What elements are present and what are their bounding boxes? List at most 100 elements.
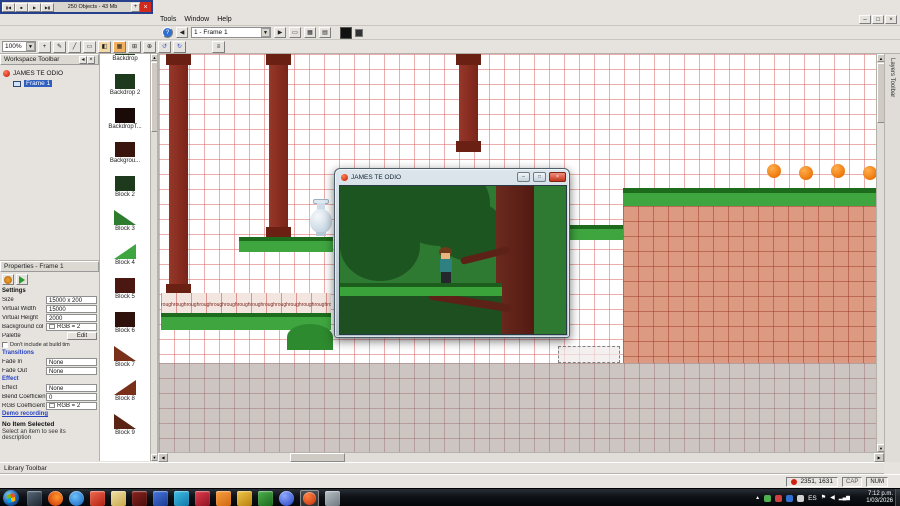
grid-toggle-icon[interactable]: ▦ xyxy=(113,40,126,53)
line-tool-icon[interactable]: ╱ xyxy=(68,40,81,53)
taskbar-clock[interactable]: 7:12 p.m. 1/03/2026 xyxy=(853,491,893,505)
play-button[interactable]: ▶ xyxy=(28,2,41,12)
zoom-tool-icon[interactable]: ⊕ xyxy=(143,40,156,53)
pillar-right[interactable] xyxy=(459,54,478,152)
pencil-tool-icon[interactable]: ✎ xyxy=(53,40,66,53)
pillar-right-top-cap[interactable] xyxy=(456,54,481,65)
mdi-close-button[interactable]: × xyxy=(885,15,897,24)
volume-icon[interactable]: ◀ xyxy=(830,495,835,501)
mdi-restore-button[interactable]: □ xyxy=(872,15,884,24)
blue-orb-app-icon[interactable] xyxy=(279,490,294,506)
background-color-field[interactable]: RGB = 2 xyxy=(46,322,97,331)
menu-window[interactable]: Window xyxy=(180,15,213,24)
pillar-left[interactable] xyxy=(169,54,188,295)
fill-tool-icon[interactable]: ◧ xyxy=(98,40,111,53)
pillar-right-bottom-cap[interactable] xyxy=(456,141,481,152)
add-button[interactable]: + xyxy=(131,2,140,12)
right-terrain-grass[interactable] xyxy=(623,188,876,206)
green-app-icon[interactable] xyxy=(258,490,273,506)
demo-recording-link[interactable]: Demo recording xyxy=(0,410,99,418)
background-color-swatch[interactable] xyxy=(355,28,363,37)
library-item[interactable]: Block 9 xyxy=(100,412,150,446)
foreground-color-swatch[interactable] xyxy=(340,26,352,39)
library-item[interactable]: Block 5 xyxy=(100,276,150,310)
panel-close-icon[interactable]: × xyxy=(87,55,95,64)
game-preview-window[interactable]: JAMES TE ODIO – □ × xyxy=(334,168,570,338)
hscrollbar-thumb[interactable] xyxy=(290,453,345,462)
minimize-icon[interactable]: – xyxy=(517,172,530,182)
tray-gray-icon[interactable] xyxy=(797,494,805,502)
scroll-left-icon[interactable]: ◀ xyxy=(158,453,168,462)
file-explorer-icon[interactable] xyxy=(111,490,126,506)
tray-expand-icon[interactable]: ▲ xyxy=(755,495,760,501)
tray-green-icon[interactable] xyxy=(764,494,772,502)
help-icon[interactable]: ? xyxy=(162,27,173,38)
grass-mound[interactable] xyxy=(287,324,333,350)
grass-platform-upper[interactable] xyxy=(239,237,333,252)
pillar-mid-top-cap[interactable] xyxy=(266,54,291,65)
grid-view-toggle-icon[interactable]: ▦ xyxy=(304,27,316,38)
stop-button[interactable]: ■ xyxy=(15,2,28,12)
virtual-width-field[interactable]: 15000 xyxy=(46,304,97,313)
redo-icon[interactable]: ↻ xyxy=(173,40,186,53)
action-center-flag-icon[interactable]: ⚑ xyxy=(821,495,826,501)
next-frame-button[interactable]: ▶ xyxy=(274,27,286,38)
chevron-down-icon[interactable]: ▼ xyxy=(261,28,270,37)
snap-toggle-icon[interactable]: ⊞ xyxy=(128,40,141,53)
library-item[interactable]: Block 6 xyxy=(100,310,150,344)
scroll-right-icon[interactable]: ▶ xyxy=(874,453,884,462)
zoom-select[interactable]: 100% ▼ xyxy=(2,41,36,52)
fade-in-field[interactable]: None xyxy=(46,357,97,366)
scrollbar-thumb[interactable] xyxy=(151,62,157,132)
pillar-mid[interactable] xyxy=(269,54,288,238)
rgb-coefficient-field[interactable]: RGB = 2 xyxy=(46,401,97,410)
vlc-icon[interactable] xyxy=(216,490,231,506)
undo-icon[interactable]: ↺ xyxy=(158,40,171,53)
effect-field[interactable]: None xyxy=(46,383,97,392)
fruit-sprite[interactable] xyxy=(863,166,876,180)
blend-coefficient-field[interactable]: 0 xyxy=(46,392,97,401)
library-item[interactable]: Block 2 xyxy=(100,174,150,208)
menu-help[interactable]: Help xyxy=(213,15,235,24)
tree-item-frame[interactable]: Frame 1 xyxy=(13,79,96,88)
palette-edit-button[interactable]: Edit xyxy=(67,331,97,340)
library-item[interactable]: Block 3 xyxy=(100,208,150,242)
tray-red-icon[interactable] xyxy=(775,494,783,502)
language-indicator[interactable]: ES xyxy=(808,495,817,502)
mdi-minimize-button[interactable]: – xyxy=(859,15,871,24)
game-editor-icon[interactable] xyxy=(303,491,316,505)
canvas-hscrollbar[interactable]: ◀ ▶ xyxy=(158,452,884,462)
scroll-up-icon[interactable]: ▲ xyxy=(151,54,157,61)
cursor-tool-icon[interactable]: + xyxy=(38,40,51,53)
close-icon[interactable]: × xyxy=(140,2,151,12)
library-item[interactable]: Block 8 xyxy=(100,378,150,412)
maroon-app-icon[interactable] xyxy=(132,490,147,506)
dont-include-checkbox[interactable] xyxy=(2,341,8,348)
library-item[interactable]: BackdropT... xyxy=(100,106,150,140)
list-view-toggle-icon[interactable]: ▤ xyxy=(319,27,331,38)
gear-icon[interactable] xyxy=(2,274,14,285)
messenger-icon[interactable] xyxy=(174,490,189,506)
chevron-down-icon[interactable]: ▼ xyxy=(26,42,35,51)
library-item[interactable]: Backdrop xyxy=(100,54,150,72)
tray-blue-icon[interactable] xyxy=(786,494,794,502)
rough-tile-row[interactable]: roughroughroughroughroughroughroughrough… xyxy=(161,293,331,313)
game-window-titlebar[interactable]: JAMES TE ODIO – □ × xyxy=(335,169,569,185)
layers-toolbar[interactable]: Layers Toolbar xyxy=(884,54,900,462)
library-item[interactable]: Block 4 xyxy=(100,242,150,276)
tree-item-project[interactable]: JAMES TE ODIO xyxy=(3,69,96,78)
fruit-sprite[interactable] xyxy=(799,166,813,180)
lower-terrain-layer[interactable] xyxy=(159,363,876,452)
fade-out-field[interactable]: None xyxy=(46,366,97,375)
menu-tool-icon[interactable]: ≡ xyxy=(212,40,225,53)
library-item[interactable]: Backgrou... xyxy=(100,140,150,174)
gray-app-icon[interactable] xyxy=(325,490,340,506)
internet-explorer-icon[interactable] xyxy=(69,490,84,506)
library-item[interactable]: Block 7 xyxy=(100,344,150,378)
pillar-left-top-cap[interactable] xyxy=(166,54,191,65)
play-frame-icon[interactable] xyxy=(16,274,28,285)
skip-forward-button[interactable]: ▶▮ xyxy=(41,2,54,12)
library-toolbar-bar[interactable]: Library Toolbar xyxy=(0,462,884,474)
mail-client-icon[interactable] xyxy=(90,490,105,506)
panel-collapse-icon[interactable]: ◂ xyxy=(79,55,87,64)
